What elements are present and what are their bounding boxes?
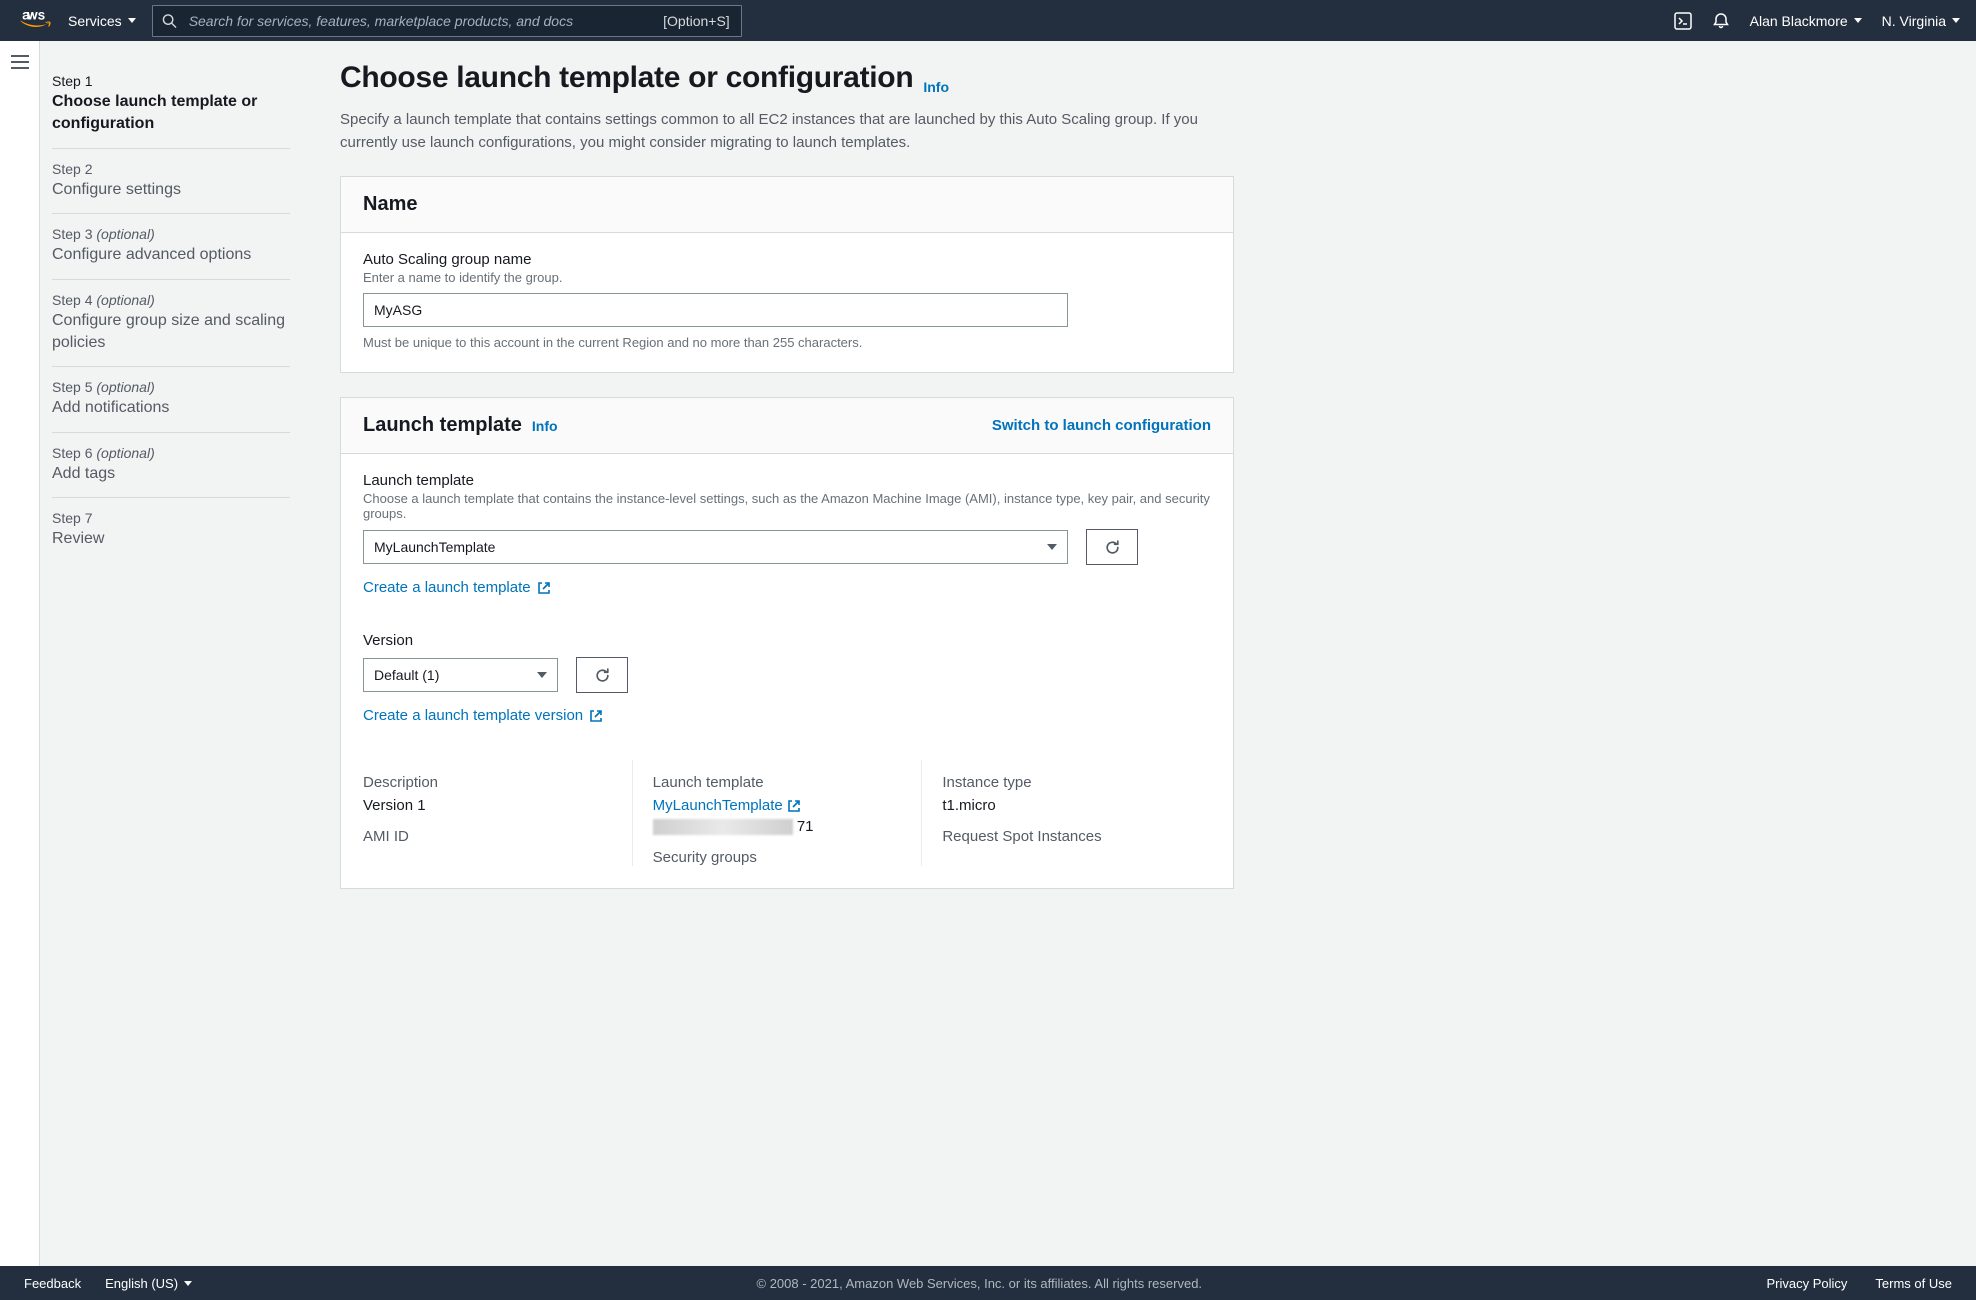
external-link-icon — [589, 709, 603, 723]
version-select[interactable]: Default (1) — [363, 658, 558, 692]
step-title: Configure settings — [52, 179, 290, 201]
search-kbd-hint: [Option+S] — [663, 13, 730, 29]
step-title: Add tags — [52, 463, 290, 485]
caret-down-icon — [537, 672, 547, 678]
copyright-text: © 2008 - 2021, Amazon Web Services, Inc.… — [192, 1276, 1766, 1291]
detail-label-lt: Launch template — [653, 774, 902, 791]
lt-selected-value: MyLaunchTemplate — [374, 539, 495, 555]
wizard-step-4[interactable]: Step 4 (optional) Configure group size a… — [52, 280, 290, 368]
panel-header: Launch template Info Switch to launch co… — [341, 398, 1233, 454]
search-icon — [162, 13, 177, 28]
detail-label-description: Description — [363, 774, 612, 791]
launch-template-select[interactable]: MyLaunchTemplate — [363, 530, 1068, 564]
detail-value-lt: MyLaunchTemplate 71 — [653, 797, 902, 835]
top-navbar: Services [Option+S] Alan Blackmore N. Vi… — [0, 0, 1976, 41]
asg-name-caption: Must be unique to this account in the cu… — [363, 335, 1211, 350]
lt-select-hint: Choose a launch template that contains t… — [363, 491, 1211, 521]
user-name: Alan Blackmore — [1750, 13, 1848, 29]
asg-name-hint: Enter a name to identify the group. — [363, 270, 1211, 285]
main-content: Choose launch template or configuration … — [310, 41, 1976, 1266]
asg-name-input[interactable] — [363, 293, 1068, 327]
page-description: Specify a launch template that contains … — [340, 109, 1220, 154]
redacted-lt-id — [653, 819, 793, 835]
launch-template-panel: Launch template Info Switch to launch co… — [340, 397, 1234, 889]
step-title: Add notifications — [52, 397, 290, 419]
detail-label-spot: Request Spot Instances — [942, 828, 1191, 845]
aws-logo[interactable] — [16, 10, 52, 32]
panel-title: Name — [363, 193, 417, 216]
topnav-right: Alan Blackmore N. Virginia — [1674, 12, 1960, 30]
lt-select-label: Launch template — [363, 472, 1211, 489]
external-link-icon — [787, 799, 801, 813]
refresh-version-button[interactable] — [576, 657, 628, 693]
wizard-step-5[interactable]: Step 5 (optional) Add notifications — [52, 367, 290, 432]
left-gutter — [0, 41, 40, 1266]
detail-label-itype: Instance type — [942, 774, 1191, 791]
name-panel: Name Auto Scaling group name Enter a nam… — [340, 176, 1234, 373]
region-name: N. Virginia — [1882, 13, 1946, 29]
detail-value-description: Version 1 — [363, 797, 612, 814]
region-menu[interactable]: N. Virginia — [1882, 13, 1960, 29]
footer: Feedback English (US) © 2008 - 2021, Ama… — [0, 1266, 1976, 1300]
caret-down-icon — [1952, 18, 1960, 23]
wizard-step-2[interactable]: Step 2 Configure settings — [52, 149, 290, 214]
switch-to-launch-config-link[interactable]: Switch to launch configuration — [992, 417, 1211, 434]
global-search: [Option+S] — [152, 5, 742, 37]
lt-name-link[interactable]: MyLaunchTemplate — [653, 797, 801, 814]
step-number: Step 7 — [52, 510, 92, 526]
page-header: Choose launch template or configuration … — [340, 61, 1936, 95]
step-number: Step 3 — [52, 226, 92, 242]
wizard-step-6[interactable]: Step 6 (optional) Add tags — [52, 433, 290, 498]
lt-id-suffix: 71 — [797, 818, 814, 835]
step-number: Step 4 — [52, 292, 92, 308]
wizard-step-7[interactable]: Step 7 Review — [52, 498, 290, 562]
detail-label-sg: Security groups — [653, 849, 902, 866]
caret-down-icon — [1047, 544, 1057, 550]
step-number: Step 1 — [52, 73, 92, 89]
account-menu[interactable]: Alan Blackmore — [1750, 13, 1862, 29]
step-title: Configure group size and scaling policie… — [52, 310, 290, 355]
wizard-step-3[interactable]: Step 3 (optional) Configure advanced opt… — [52, 214, 290, 279]
detail-label-ami: AMI ID — [363, 828, 612, 845]
language-selector[interactable]: English (US) — [105, 1276, 192, 1291]
page-title: Choose launch template or configuration — [340, 61, 913, 95]
terms-link[interactable]: Terms of Use — [1875, 1276, 1952, 1291]
external-link-icon — [537, 581, 551, 595]
step-title: Configure advanced options — [52, 244, 290, 266]
page-body: Step 1 Choose launch template or configu… — [0, 41, 1976, 1266]
version-label: Version — [363, 632, 1211, 649]
panel-header: Name — [341, 177, 1233, 233]
info-link[interactable]: Info — [923, 79, 949, 95]
refresh-lt-button[interactable] — [1086, 529, 1138, 565]
refresh-icon — [1104, 539, 1121, 556]
privacy-link[interactable]: Privacy Policy — [1767, 1276, 1848, 1291]
step-number: Step 6 — [52, 445, 92, 461]
services-menu[interactable]: Services — [68, 13, 136, 29]
caret-down-icon — [184, 1281, 192, 1286]
refresh-icon — [594, 667, 611, 684]
version-selected-value: Default (1) — [374, 667, 439, 683]
create-launch-template-link[interactable]: Create a launch template — [363, 579, 551, 596]
hamburger-icon[interactable] — [11, 55, 29, 69]
info-link[interactable]: Info — [532, 418, 558, 434]
search-input[interactable] — [152, 5, 742, 37]
wizard-steps: Step 1 Choose launch template or configu… — [40, 41, 310, 1266]
cloudshell-icon[interactable] — [1674, 12, 1692, 30]
step-number: Step 5 — [52, 379, 92, 395]
wizard-step-1[interactable]: Step 1 Choose launch template or configu… — [52, 61, 290, 149]
step-title: Choose launch template or configuration — [52, 91, 290, 136]
step-number: Step 2 — [52, 161, 92, 177]
create-lt-version-link[interactable]: Create a launch template version — [363, 707, 603, 724]
feedback-link[interactable]: Feedback — [24, 1276, 81, 1291]
caret-down-icon — [1854, 18, 1862, 23]
caret-down-icon — [128, 18, 136, 23]
asg-name-label: Auto Scaling group name — [363, 251, 1211, 268]
detail-value-itype: t1.micro — [942, 797, 1191, 814]
services-label: Services — [68, 13, 122, 29]
step-title: Review — [52, 528, 290, 550]
panel-title: Launch template — [363, 414, 522, 437]
lt-details: Description Version 1 AMI ID Launch temp… — [363, 760, 1211, 866]
aws-logo-icon — [16, 10, 52, 32]
bell-icon[interactable] — [1712, 12, 1730, 30]
